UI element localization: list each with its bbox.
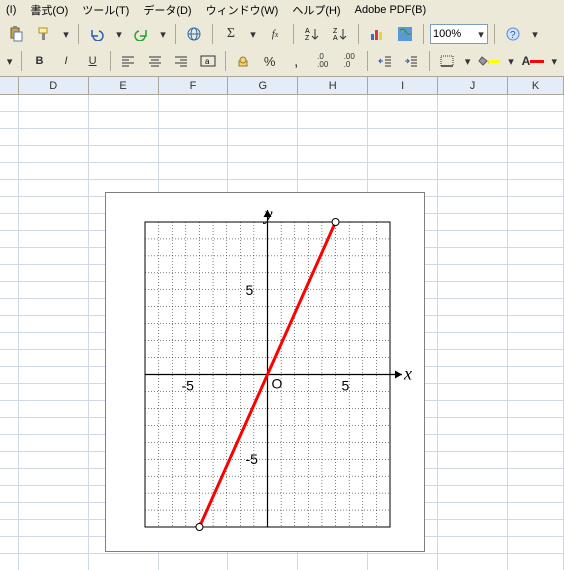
standard-toolbar: ▾ ▾ ▾ Σ ▾ fx AZ ZA [0, 20, 564, 48]
sort-desc-icon[interactable]: ZA [328, 22, 352, 46]
zoom-combo[interactable]: ▾ [430, 24, 488, 44]
dropdown-icon[interactable]: ▾ [549, 50, 560, 72]
autosum-icon[interactable]: Σ [219, 22, 243, 46]
separator [21, 51, 22, 71]
column-headers: DEFGHIJK [0, 77, 564, 95]
menu-tools[interactable]: ツール(T) [82, 2, 129, 18]
column-header[interactable]: K [508, 77, 564, 95]
redo-icon[interactable] [129, 22, 153, 46]
dropdown-icon[interactable]: ▾ [247, 22, 259, 46]
svg-text:Z: Z [333, 28, 338, 35]
zoom-input[interactable] [431, 28, 475, 40]
dropdown-icon[interactable]: ▾ [529, 22, 541, 46]
xy-line-chart: -5 5 -5 5 Oy x [110, 197, 420, 547]
dropdown-icon[interactable]: ▾ [4, 50, 15, 72]
svg-text:Z: Z [305, 35, 310, 41]
column-header[interactable]: E [89, 77, 159, 95]
dropdown-icon[interactable]: ▾ [157, 22, 169, 46]
menu-format[interactable]: 書式(O) [30, 2, 68, 18]
font-color-icon[interactable]: A [521, 50, 545, 72]
svg-text:A: A [305, 28, 310, 35]
currency-icon[interactable] [232, 50, 255, 72]
svg-text:y: y [263, 204, 273, 224]
dropdown-icon[interactable]: ▾ [462, 50, 473, 72]
underline-button[interactable]: U [81, 50, 104, 72]
hyperlink-icon[interactable] [182, 22, 206, 46]
column-header[interactable]: J [438, 77, 508, 95]
svg-text:-5: -5 [246, 451, 259, 467]
separator [358, 24, 359, 44]
paste-icon[interactable] [4, 22, 28, 46]
menu-adobe-pdf[interactable]: Adobe PDF(B) [355, 4, 427, 16]
worksheet-area: DEFGHIJK -5 5 -5 5 Oy x [0, 76, 564, 570]
svg-text:x: x [403, 364, 412, 384]
chart-wizard-icon[interactable] [365, 22, 389, 46]
separator [429, 51, 430, 71]
align-right-icon[interactable] [170, 50, 193, 72]
column-header[interactable]: F [159, 77, 229, 95]
separator [367, 51, 368, 71]
increase-decimal-icon[interactable]: .0.00 [311, 50, 334, 72]
function-icon[interactable]: fx [263, 22, 287, 46]
italic-button[interactable]: I [55, 50, 78, 72]
align-left-icon[interactable] [117, 50, 140, 72]
dropdown-icon[interactable]: ▾ [505, 50, 516, 72]
menu-windows[interactable]: ウィンドウ(W) [206, 2, 279, 18]
merge-center-icon[interactable]: a [196, 50, 219, 72]
separator [225, 51, 226, 71]
sort-asc-icon[interactable]: AZ [300, 22, 324, 46]
fill-color-icon[interactable] [477, 50, 501, 72]
formatting-toolbar: ▾ B I U a % , .0.00 .00.0 ▾ ▾ A ▾ [0, 48, 564, 76]
format-painter-icon[interactable] [32, 22, 56, 46]
separator [423, 24, 424, 44]
svg-text:?: ? [510, 30, 516, 41]
help-icon[interactable]: ? [501, 22, 525, 46]
dropdown-icon[interactable]: ▾ [113, 22, 125, 46]
separator [110, 51, 111, 71]
decrease-indent-icon[interactable] [373, 50, 396, 72]
svg-text:5: 5 [246, 282, 254, 298]
menu-data[interactable]: データ(D) [143, 2, 191, 18]
column-header[interactable]: H [298, 77, 368, 95]
chevron-down-icon[interactable]: ▾ [475, 28, 487, 41]
column-header[interactable]: G [228, 77, 298, 95]
svg-text:5: 5 [342, 378, 350, 394]
column-header[interactable]: D [19, 77, 89, 95]
svg-text:O: O [272, 376, 283, 392]
increase-indent-icon[interactable] [400, 50, 423, 72]
bold-button[interactable]: B [28, 50, 51, 72]
comma-icon[interactable]: , [285, 50, 308, 72]
separator [175, 24, 176, 44]
separator [494, 24, 495, 44]
decrease-decimal-icon[interactable]: .00.0 [338, 50, 361, 72]
percent-icon[interactable]: % [258, 50, 281, 72]
undo-icon[interactable] [85, 22, 109, 46]
svg-text:-5: -5 [181, 378, 194, 394]
menu-help[interactable]: ヘルプ(H) [292, 2, 340, 18]
embedded-chart[interactable]: -5 5 -5 5 Oy x [105, 192, 425, 552]
column-header[interactable]: I [368, 77, 438, 95]
map-icon[interactable] [393, 22, 417, 46]
borders-icon[interactable] [435, 50, 458, 72]
menu-prev-fragment[interactable]: (I) [6, 4, 16, 16]
separator [78, 24, 79, 44]
separator [212, 24, 213, 44]
svg-text:a: a [205, 57, 210, 66]
svg-text:A: A [333, 35, 338, 41]
menubar: (I) 書式(O) ツール(T) データ(D) ウィンドウ(W) ヘルプ(H) … [0, 0, 564, 20]
align-center-icon[interactable] [143, 50, 166, 72]
separator [293, 24, 294, 44]
dropdown-icon[interactable]: ▾ [60, 22, 72, 46]
